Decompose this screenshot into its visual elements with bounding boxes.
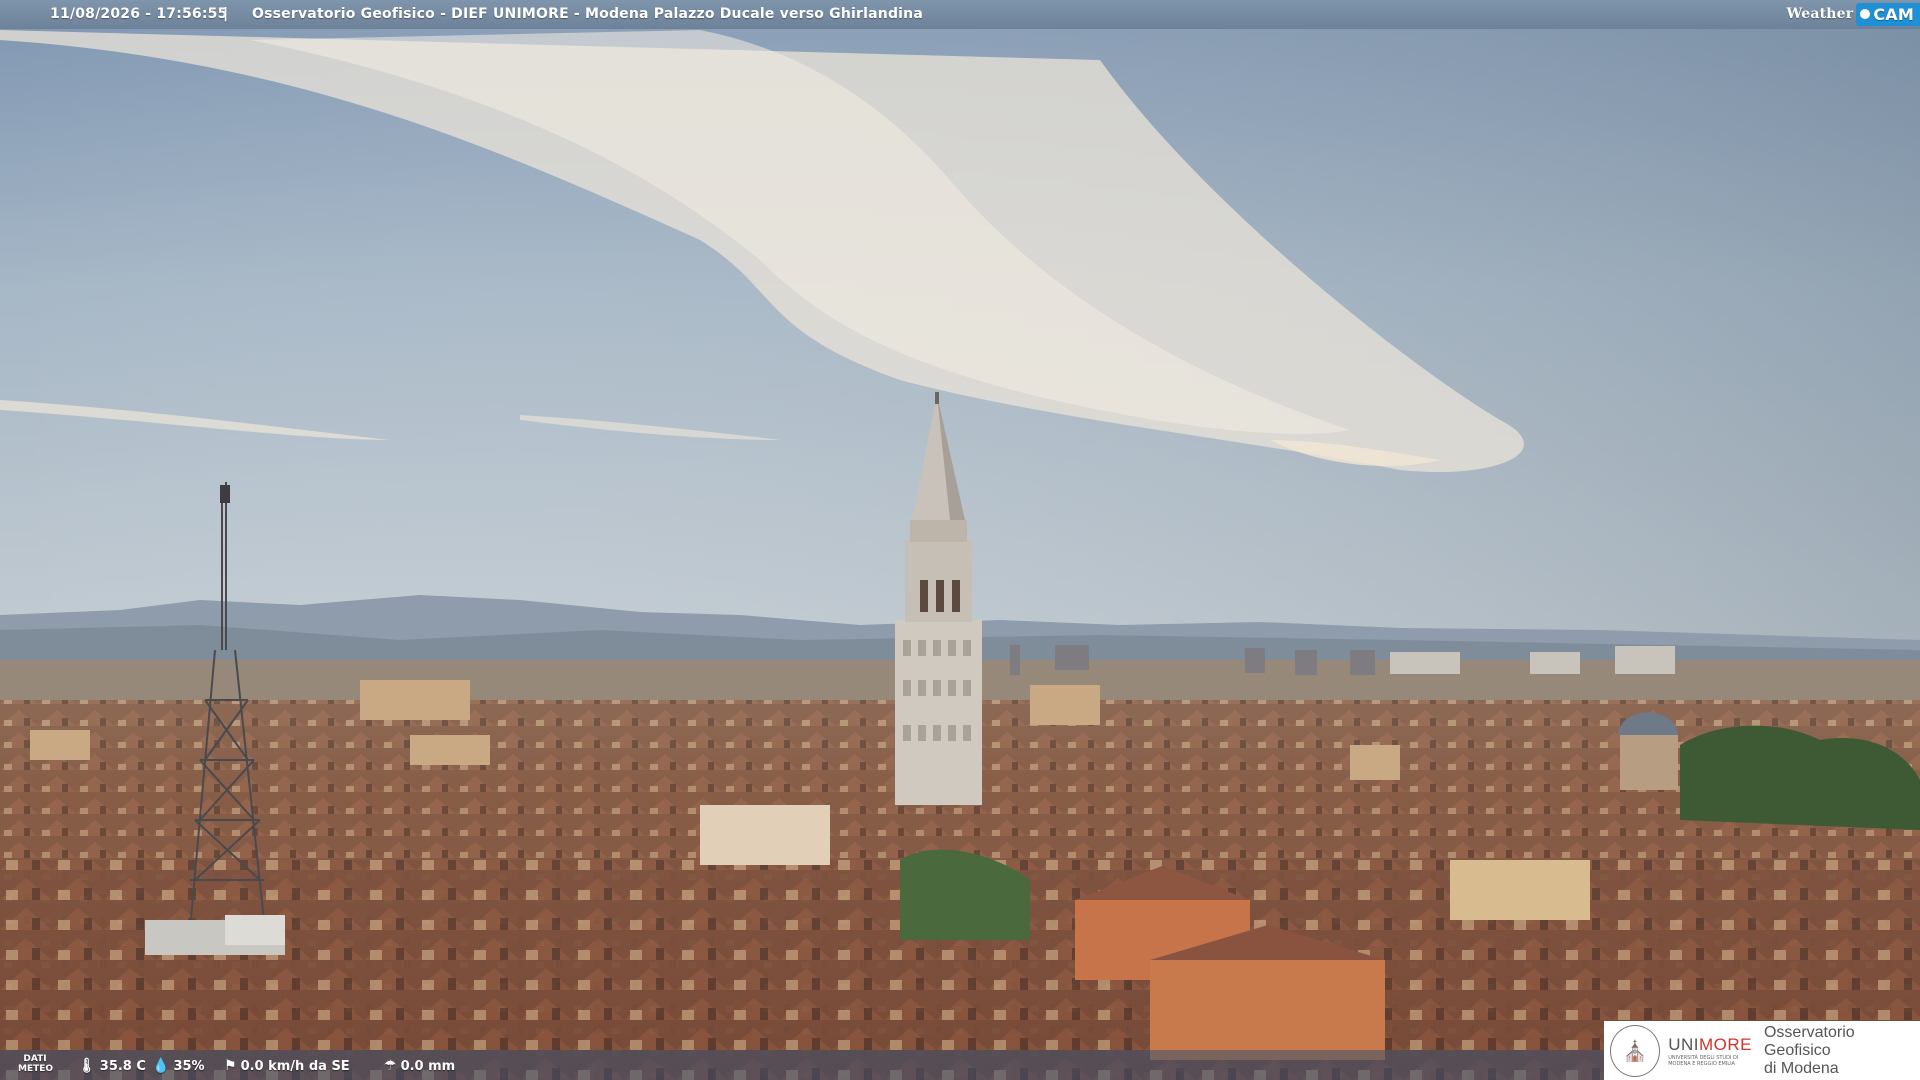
observatory-name: Osservatorio Geofisico di Modena	[1764, 1024, 1920, 1078]
unimore-suffix: MORE	[1698, 1034, 1752, 1054]
rain-value: 0.0 mm	[400, 1058, 456, 1074]
weathercam-logo: Weather CAM	[1786, 0, 1920, 28]
temperature-reading: 🌡 35.8 C	[78, 1058, 146, 1074]
thermometer-icon: 🌡	[78, 1058, 96, 1074]
humidity-drop-icon: 💧	[152, 1058, 170, 1074]
unimore-logo-panel: ⛪ UNIMORE UNIVERSITÀ DEGLI STUDI DI MODE…	[1604, 1021, 1920, 1080]
header-bar: 11/08/2026 - 17:56:55 | Osservatorio Geo…	[0, 0, 1920, 29]
wind-vane-icon: ⚑	[224, 1058, 237, 1074]
unimore-wordmark: UNIMORE UNIVERSITÀ DEGLI STUDI DI MODENA…	[1668, 1035, 1752, 1067]
weathercam-logo-weather: Weather	[1786, 6, 1854, 22]
weather-data-bar: DATI METEO 🌡 35.8 C 💧 35% ⚑ 0.0 km/h da …	[0, 1050, 1610, 1080]
weather-data-label: DATI METEO	[18, 1054, 54, 1074]
humidity-reading: 💧 35%	[152, 1058, 205, 1074]
weather-data-label-line1: DATI	[23, 1054, 47, 1064]
unimore-subtitle-2: MODENA E REGGIO EMILIA	[1668, 1060, 1735, 1067]
observatory-name-line1: Osservatorio Geofisico	[1763, 1023, 1855, 1059]
wind-value: 0.0 km/h da SE	[240, 1058, 350, 1074]
rain-gauge-icon: ☂	[384, 1058, 397, 1074]
humidity-value: 35%	[173, 1058, 205, 1074]
timestamp: 11/08/2026 - 17:56:55	[50, 6, 228, 22]
unimore-name: UNIMORE	[1668, 1035, 1752, 1055]
university-seal-icon: ⛪	[1610, 1024, 1661, 1077]
weathercam-logo-cam: CAM	[1856, 2, 1920, 26]
weather-data-label-line2: METEO	[18, 1064, 54, 1074]
camera-title: Osservatorio Geofisico - DIEF UNIMORE - …	[252, 6, 923, 22]
observatory-name-line2: di Modena	[1763, 1059, 1839, 1077]
rain-reading: ☂ 0.0 mm	[384, 1058, 455, 1074]
header-separator: |	[223, 6, 229, 22]
webcam-view	[0, 0, 1920, 1080]
wind-reading: ⚑ 0.0 km/h da SE	[224, 1058, 350, 1074]
temperature-value: 35.8 C	[99, 1058, 146, 1074]
camera-lens-icon	[1860, 9, 1871, 19]
weathercam-logo-cam-text: CAM	[1873, 4, 1914, 24]
unimore-prefix: UNI	[1668, 1034, 1699, 1054]
